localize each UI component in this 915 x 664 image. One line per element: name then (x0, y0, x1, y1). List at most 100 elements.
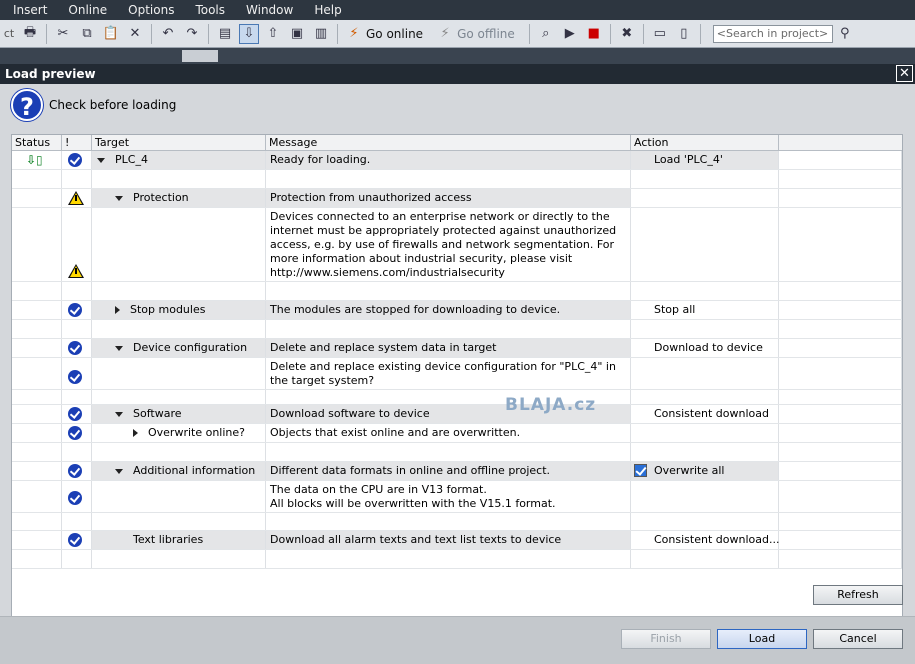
toolbar-separator (642, 23, 644, 44)
paste-icon[interactable]: 📋 (101, 24, 121, 44)
load-preview-dialog: Load preview ✕ ? Check before loading St… (0, 64, 915, 664)
split-vertical-icon[interactable]: ▯ (674, 24, 694, 44)
action-select[interactable]: Download to device (654, 341, 763, 354)
column-action[interactable]: Action (631, 135, 779, 150)
search-input[interactable]: <Search in project> (712, 24, 833, 43)
table-row[interactable]: Device configuration Delete and replace … (12, 339, 902, 358)
refresh-button[interactable]: Refresh (813, 585, 903, 605)
table-row[interactable]: Additional information Different data fo… (12, 462, 902, 481)
ok-icon (68, 464, 82, 478)
menu-window[interactable]: Window (246, 3, 293, 17)
toolbar-separator (337, 23, 338, 44)
table-row (12, 513, 902, 531)
table-row[interactable]: Software Download software to device Con… (12, 405, 902, 424)
table-row[interactable]: Overwrite online? Objects that exist onl… (12, 424, 902, 443)
download-status-icon: ⇩▯ (26, 153, 43, 167)
collapse-icon[interactable] (115, 411, 123, 417)
truncated-label: ct (3, 27, 15, 40)
message-text: Different data formats in online and off… (270, 464, 551, 477)
toolbar-separator (609, 23, 611, 44)
collapse-icon[interactable] (115, 345, 123, 351)
ok-icon (68, 533, 82, 547)
heading-text: Check before loading (49, 98, 177, 112)
toolbar-separator (46, 23, 47, 44)
print-icon[interactable]: 🖶 (20, 24, 40, 44)
table-row[interactable]: ⇩▯ PLC_4 Ready for loading. Load 'PLC_4' (12, 151, 902, 170)
expand-icon[interactable] (115, 306, 120, 314)
message-text: The modules are stopped for downloading … (270, 303, 561, 316)
load-button[interactable]: Load (717, 629, 807, 649)
ok-icon (68, 341, 82, 355)
action-select[interactable]: Consistent download (654, 407, 769, 420)
message-text: Delete and replace existing device confi… (270, 360, 616, 387)
go-online-button[interactable]: Go online (366, 27, 423, 41)
accessible-devices-icon[interactable]: ⌕ (536, 24, 556, 44)
table-row[interactable]: Protection Protection from unauthorized … (12, 189, 902, 208)
cancel-button[interactable]: Cancel (813, 629, 903, 649)
upload-from-device-icon[interactable]: ⇧ (263, 24, 283, 44)
table-row[interactable]: Stop modules The modules are stopped for… (12, 301, 902, 320)
split-horizontal-icon[interactable]: ▭ (650, 24, 670, 44)
runtime-icon[interactable]: ▥ (311, 24, 331, 44)
table-header: Status ! Target Message Action (12, 135, 902, 151)
target-label: Software (133, 407, 182, 420)
table-row (12, 320, 902, 339)
toolbar-separator (699, 23, 701, 44)
action-select[interactable]: Consistent download... (654, 533, 779, 546)
redo-icon[interactable]: ↷ (182, 24, 202, 44)
expand-icon[interactable] (133, 429, 138, 437)
menu-tools[interactable]: Tools (195, 3, 225, 17)
menu-options[interactable]: Options (128, 3, 174, 17)
overwrite-all-checkbox[interactable] (634, 464, 647, 477)
menu-insert[interactable]: Insert (13, 3, 47, 17)
dialog-heading: ? Check before loading (11, 89, 176, 121)
close-icon[interactable]: ✕ (896, 65, 913, 82)
simulation-icon[interactable]: ▣ (287, 24, 307, 44)
start-cpu-icon[interactable]: ▶ (560, 24, 580, 44)
copy-icon[interactable]: ⧉ (77, 24, 97, 44)
ok-icon (68, 303, 82, 317)
action-select[interactable]: Load 'PLC_4' (654, 153, 723, 166)
download-to-device-icon[interactable]: ⇩ (239, 23, 259, 44)
ok-icon (68, 491, 82, 505)
finish-button[interactable]: Finish (621, 629, 711, 649)
go-offline-icon[interactable]: ⚡ (435, 24, 455, 44)
table-row (12, 170, 902, 189)
undo-icon[interactable]: ↶ (158, 24, 178, 44)
editor-tab-handle[interactable] (182, 50, 218, 62)
action-select[interactable]: Stop all (654, 303, 695, 316)
dialog-title: Load preview (5, 67, 96, 81)
collapse-icon[interactable] (115, 468, 123, 474)
message-text: Download all alarm texts and text list t… (270, 533, 562, 546)
column-filler (779, 135, 902, 150)
ok-warning-icon (68, 153, 82, 167)
cross-reference-icon[interactable]: ✖ (617, 24, 637, 44)
dialog-title-bar: Load preview ✕ (0, 64, 915, 84)
column-status[interactable]: Status (12, 135, 62, 150)
message-text: Ready for loading. (270, 153, 371, 166)
table-row[interactable]: Text libraries Download all alarm texts … (12, 531, 902, 550)
column-warning[interactable]: ! (62, 135, 92, 150)
menu-help[interactable]: Help (314, 3, 341, 17)
cut-icon[interactable]: ✂ (53, 24, 73, 44)
menu-bar: Insert Online Options Tools Window Help (0, 0, 915, 20)
column-message[interactable]: Message (266, 135, 631, 150)
load-preview-table: Status ! Target Message Action ⇩▯ PLC_4 … (11, 134, 903, 642)
editor-strip (0, 48, 915, 64)
compile-icon[interactable]: ▤ (215, 24, 235, 44)
ok-icon (68, 370, 82, 384)
search-options-icon[interactable]: ⚲ (835, 24, 855, 44)
collapse-icon[interactable] (97, 157, 105, 163)
action-label: Overwrite all (654, 464, 725, 477)
stop-cpu-icon[interactable]: ■ (584, 24, 604, 44)
delete-icon[interactable]: ✕ (125, 24, 145, 44)
menu-online[interactable]: Online (68, 3, 107, 17)
go-online-icon[interactable]: ⚡ (344, 24, 364, 44)
target-label: PLC_4 (115, 153, 148, 166)
collapse-icon[interactable] (115, 195, 123, 201)
ok-icon (68, 407, 82, 421)
toolbar: ct 🖶 ✂ ⧉ 📋 ✕ ↶ ↷ ▤ ⇩ ⇧ ▣ ▥ ⚡ Go online ⚡… (0, 20, 915, 48)
warning-icon (68, 264, 84, 278)
go-offline-button[interactable]: Go offline (457, 27, 515, 41)
column-target[interactable]: Target (92, 135, 266, 150)
